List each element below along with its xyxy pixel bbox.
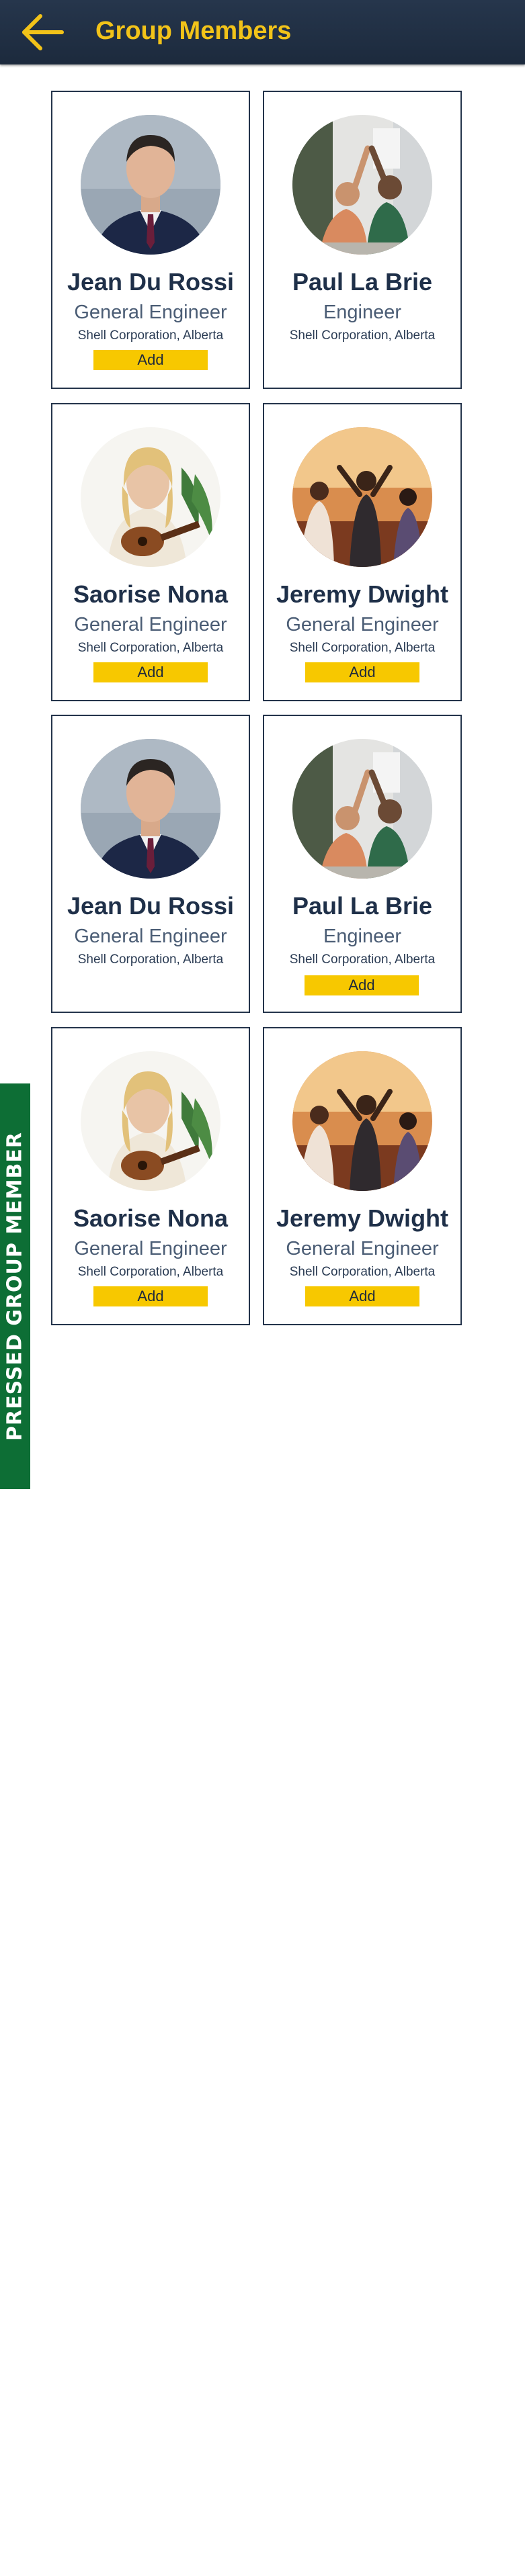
member-role: General Engineer	[286, 1238, 439, 1259]
member-role: General Engineer	[74, 614, 227, 635]
member-card[interactable]: Paul La Brie Engineer Shell Corporation,…	[263, 91, 462, 389]
add-member-button[interactable]: Add	[305, 975, 419, 995]
member-card[interactable]: Saorise Nona General Engineer Shell Corp…	[51, 1027, 250, 1325]
member-company: Shell Corporation, Alberta	[289, 1265, 436, 1279]
add-member-button[interactable]: Add	[93, 1286, 208, 1306]
woman-with-ukulele-photo	[81, 1051, 220, 1191]
page-title: Group Members	[95, 17, 292, 45]
member-company: Shell Corporation, Alberta	[289, 952, 436, 967]
man-in-suit-photo	[81, 115, 220, 255]
member-name: Saorise Nona	[73, 1204, 229, 1232]
member-avatar	[292, 427, 432, 567]
member-name: Jeremy Dwight	[276, 1204, 449, 1232]
member-name: Paul La Brie	[292, 268, 433, 296]
member-role: Engineer	[323, 926, 402, 947]
member-company: Shell Corporation, Alberta	[77, 1265, 224, 1279]
side-tab-label: PRESSED GROUP MEMBER	[3, 1132, 27, 1441]
man-in-suit-photo	[81, 739, 220, 879]
add-member-button[interactable]: Add	[93, 662, 208, 682]
member-role: General Engineer	[74, 302, 227, 323]
member-card[interactable]: Saorise Nona General Engineer Shell Corp…	[51, 403, 250, 701]
member-name: Saorise Nona	[73, 580, 229, 608]
member-avatar	[81, 739, 220, 879]
member-card[interactable]: Jeremy Dwight General Engineer Shell Cor…	[263, 1027, 462, 1325]
member-avatar	[81, 1051, 220, 1191]
woman-with-ukulele-photo	[81, 427, 220, 567]
member-avatar	[81, 115, 220, 255]
member-role: General Engineer	[74, 926, 227, 947]
arrow-left-icon	[22, 14, 64, 50]
member-role: General Engineer	[286, 614, 439, 635]
app-header: Group Members	[0, 0, 525, 64]
friends-high-five-photo	[292, 115, 432, 255]
back-button[interactable]	[19, 12, 66, 52]
member-company: Shell Corporation, Alberta	[77, 641, 224, 655]
member-name: Jean Du Rossi	[67, 268, 235, 296]
friends-dancing-sunset-photo	[292, 427, 432, 567]
member-company: Shell Corporation, Alberta	[77, 328, 224, 343]
member-company: Shell Corporation, Alberta	[289, 641, 436, 655]
add-member-button[interactable]: Add	[305, 1286, 419, 1306]
member-avatar	[292, 115, 432, 255]
member-card[interactable]: Jeremy Dwight General Engineer Shell Cor…	[263, 403, 462, 701]
member-card[interactable]: Jean Du Rossi General Engineer Shell Cor…	[51, 91, 250, 389]
member-card[interactable]: Jean Du Rossi General Engineer Shell Cor…	[51, 715, 250, 1013]
member-role: Engineer	[323, 302, 402, 323]
member-avatar	[292, 1051, 432, 1191]
member-company: Shell Corporation, Alberta	[77, 952, 224, 967]
member-name: Jeremy Dwight	[276, 580, 449, 608]
member-name: Jean Du Rossi	[67, 892, 235, 920]
member-avatar	[81, 427, 220, 567]
member-company: Shell Corporation, Alberta	[289, 328, 436, 343]
friends-dancing-sunset-photo	[292, 1051, 432, 1191]
friends-high-five-photo	[292, 739, 432, 879]
add-member-button[interactable]: Add	[305, 662, 419, 682]
member-role: General Engineer	[74, 1238, 227, 1259]
add-member-button[interactable]: Add	[93, 350, 208, 370]
member-name: Paul La Brie	[292, 892, 433, 920]
member-card[interactable]: Paul La Brie Engineer Shell Corporation,…	[263, 715, 462, 1013]
pressed-group-member-tab[interactable]: PRESSED GROUP MEMBER	[0, 1083, 30, 1489]
member-avatar	[292, 739, 432, 879]
